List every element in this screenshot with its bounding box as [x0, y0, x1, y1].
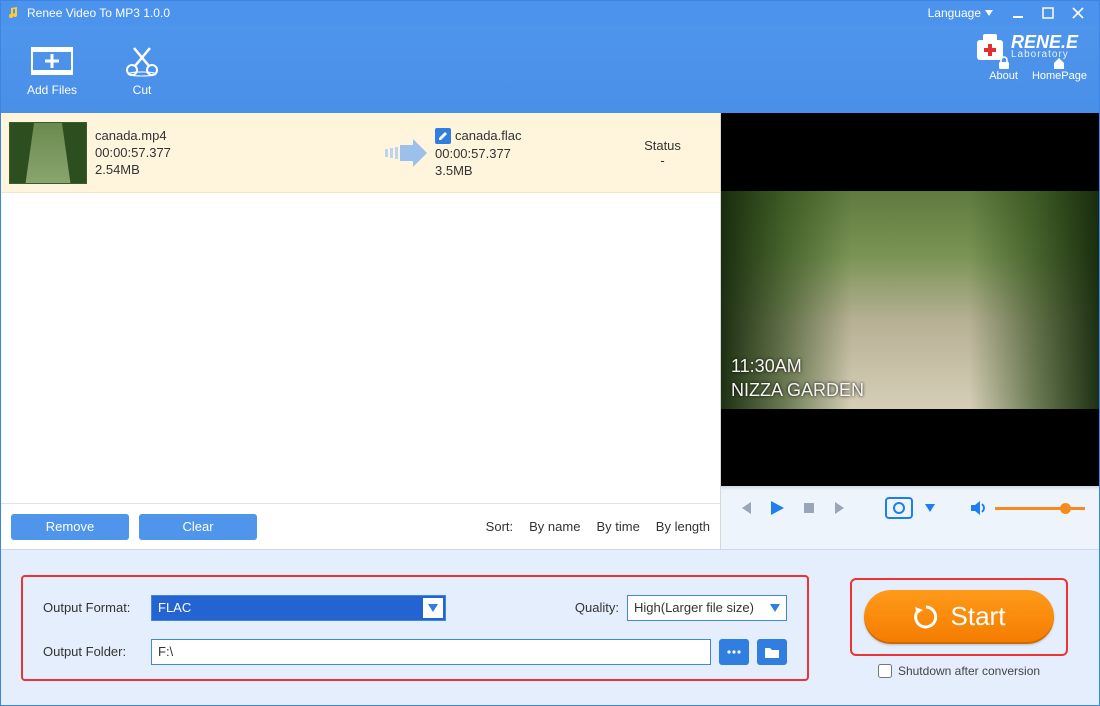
maximize-button[interactable] [1033, 4, 1063, 22]
source-duration: 00:00:57.377 [95, 145, 375, 160]
language-label: Language [928, 6, 981, 20]
quality-dropdown[interactable]: High(Larger file size) [627, 595, 787, 621]
language-selector[interactable]: Language [928, 6, 993, 20]
edit-icon[interactable] [435, 128, 451, 144]
volume-slider[interactable] [995, 507, 1085, 510]
quality-label: Quality: [575, 600, 619, 615]
start-button[interactable]: Start [864, 590, 1054, 644]
volume-icon[interactable] [969, 498, 989, 518]
brand-logo: RENE.E Laboratory [973, 30, 1078, 64]
cut-label: Cut [97, 83, 187, 97]
format-dropdown[interactable]: FLAC [151, 595, 446, 621]
sort-by-time[interactable]: By time [596, 519, 639, 534]
clear-button[interactable]: Clear [139, 514, 257, 540]
source-filesize: 2.54MB [95, 162, 375, 177]
shutdown-checkbox-row[interactable]: Shutdown after conversion [878, 664, 1040, 678]
overlay-place: NIZZA GARDEN [731, 378, 864, 402]
convert-arrow-icon [375, 139, 435, 167]
sort-by-name[interactable]: By name [529, 519, 580, 534]
status-header: Status [605, 138, 720, 153]
file-list[interactable]: canada.mp4 00:00:57.377 2.54MB canada.fl… [1, 113, 720, 503]
about-label: About [989, 70, 1018, 82]
refresh-icon [913, 604, 939, 630]
add-files-button[interactable]: Add Files [7, 41, 97, 97]
format-value: FLAC [158, 600, 191, 615]
shutdown-checkbox[interactable] [878, 664, 892, 678]
dest-filename: canada.flac [455, 128, 522, 143]
next-button[interactable] [831, 498, 851, 518]
minimize-button[interactable] [1003, 4, 1033, 22]
dest-filesize: 3.5MB [435, 163, 605, 178]
chevron-down-icon [985, 10, 993, 16]
play-button[interactable] [767, 498, 787, 518]
homepage-label: HomePage [1032, 70, 1087, 82]
snapshot-chevron[interactable] [925, 499, 935, 517]
start-label: Start [951, 601, 1006, 632]
folder-input[interactable] [151, 639, 711, 665]
sort-label: Sort: [486, 519, 513, 534]
prev-button[interactable] [735, 498, 755, 518]
start-highlight-box: Start [850, 578, 1068, 656]
output-settings-box: Output Format: FLAC Quality: High(Larger… [21, 575, 809, 681]
medkit-icon [973, 30, 1007, 64]
chevron-down-icon [770, 600, 780, 615]
add-files-label: Add Files [7, 83, 97, 97]
cut-button[interactable]: Cut [97, 41, 187, 97]
browse-folder-button[interactable] [757, 639, 787, 665]
video-thumbnail [9, 122, 87, 184]
preview-video[interactable]: 11:30AM NIZZA GARDEN [721, 113, 1099, 486]
preview-pane: 11:30AM NIZZA GARDEN [721, 113, 1099, 486]
close-button[interactable] [1063, 4, 1093, 22]
folder-label: Output Folder: [43, 644, 143, 659]
sort-by-length[interactable]: By length [656, 519, 710, 534]
status-value: - [605, 153, 720, 168]
shutdown-label: Shutdown after conversion [898, 664, 1040, 678]
add-files-icon [7, 41, 97, 81]
remove-button[interactable]: Remove [11, 514, 129, 540]
app-icon [7, 6, 21, 20]
chevron-down-icon [423, 598, 443, 618]
logo-text: RENE.E [1011, 35, 1078, 49]
quality-value: High(Larger file size) [634, 600, 754, 615]
dest-duration: 00:00:57.377 [435, 146, 605, 161]
source-filename: canada.mp4 [95, 128, 375, 143]
app-title: Renee Video To MP3 1.0.0 [27, 6, 928, 20]
file-row[interactable]: canada.mp4 00:00:57.377 2.54MB canada.fl… [1, 113, 720, 193]
more-button[interactable] [719, 639, 749, 665]
format-label: Output Format: [43, 600, 143, 615]
scissors-icon [97, 41, 187, 81]
overlay-time: 11:30AM [731, 354, 864, 378]
logo-subtext: Laboratory [1011, 49, 1078, 60]
snapshot-button[interactable] [885, 497, 913, 519]
stop-button[interactable] [799, 498, 819, 518]
